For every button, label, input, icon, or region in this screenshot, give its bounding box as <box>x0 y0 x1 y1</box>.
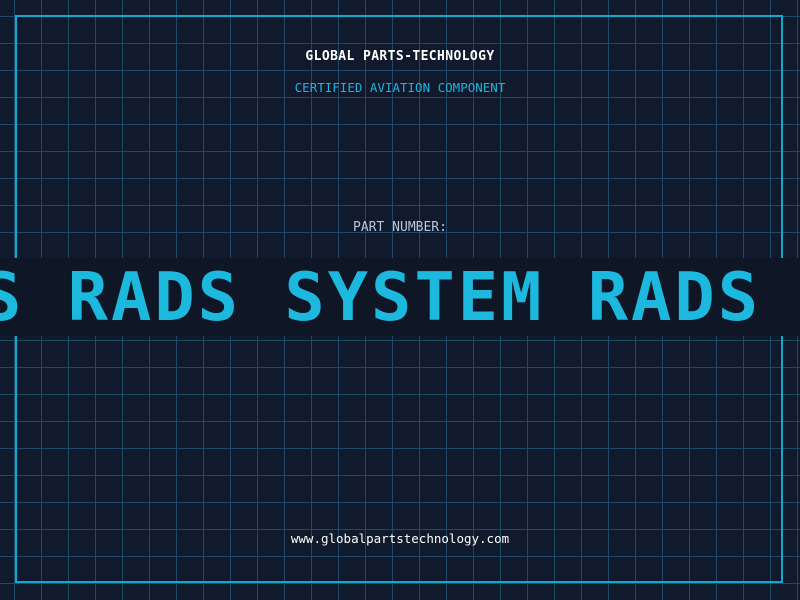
marquee-text: S RADS SYSTEM RADS <box>0 258 762 336</box>
part-number-label: PART NUMBER: <box>353 220 447 235</box>
tagline: CERTIFIED AVIATION COMPONENT <box>294 80 506 95</box>
website-url[interactable]: www.globalpartstechnology.com <box>0 531 800 546</box>
brand-title: GLOBAL PARTS-TECHNOLOGY <box>305 49 495 64</box>
part-number-marquee: S RADS SYSTEM RADS <box>0 258 800 336</box>
